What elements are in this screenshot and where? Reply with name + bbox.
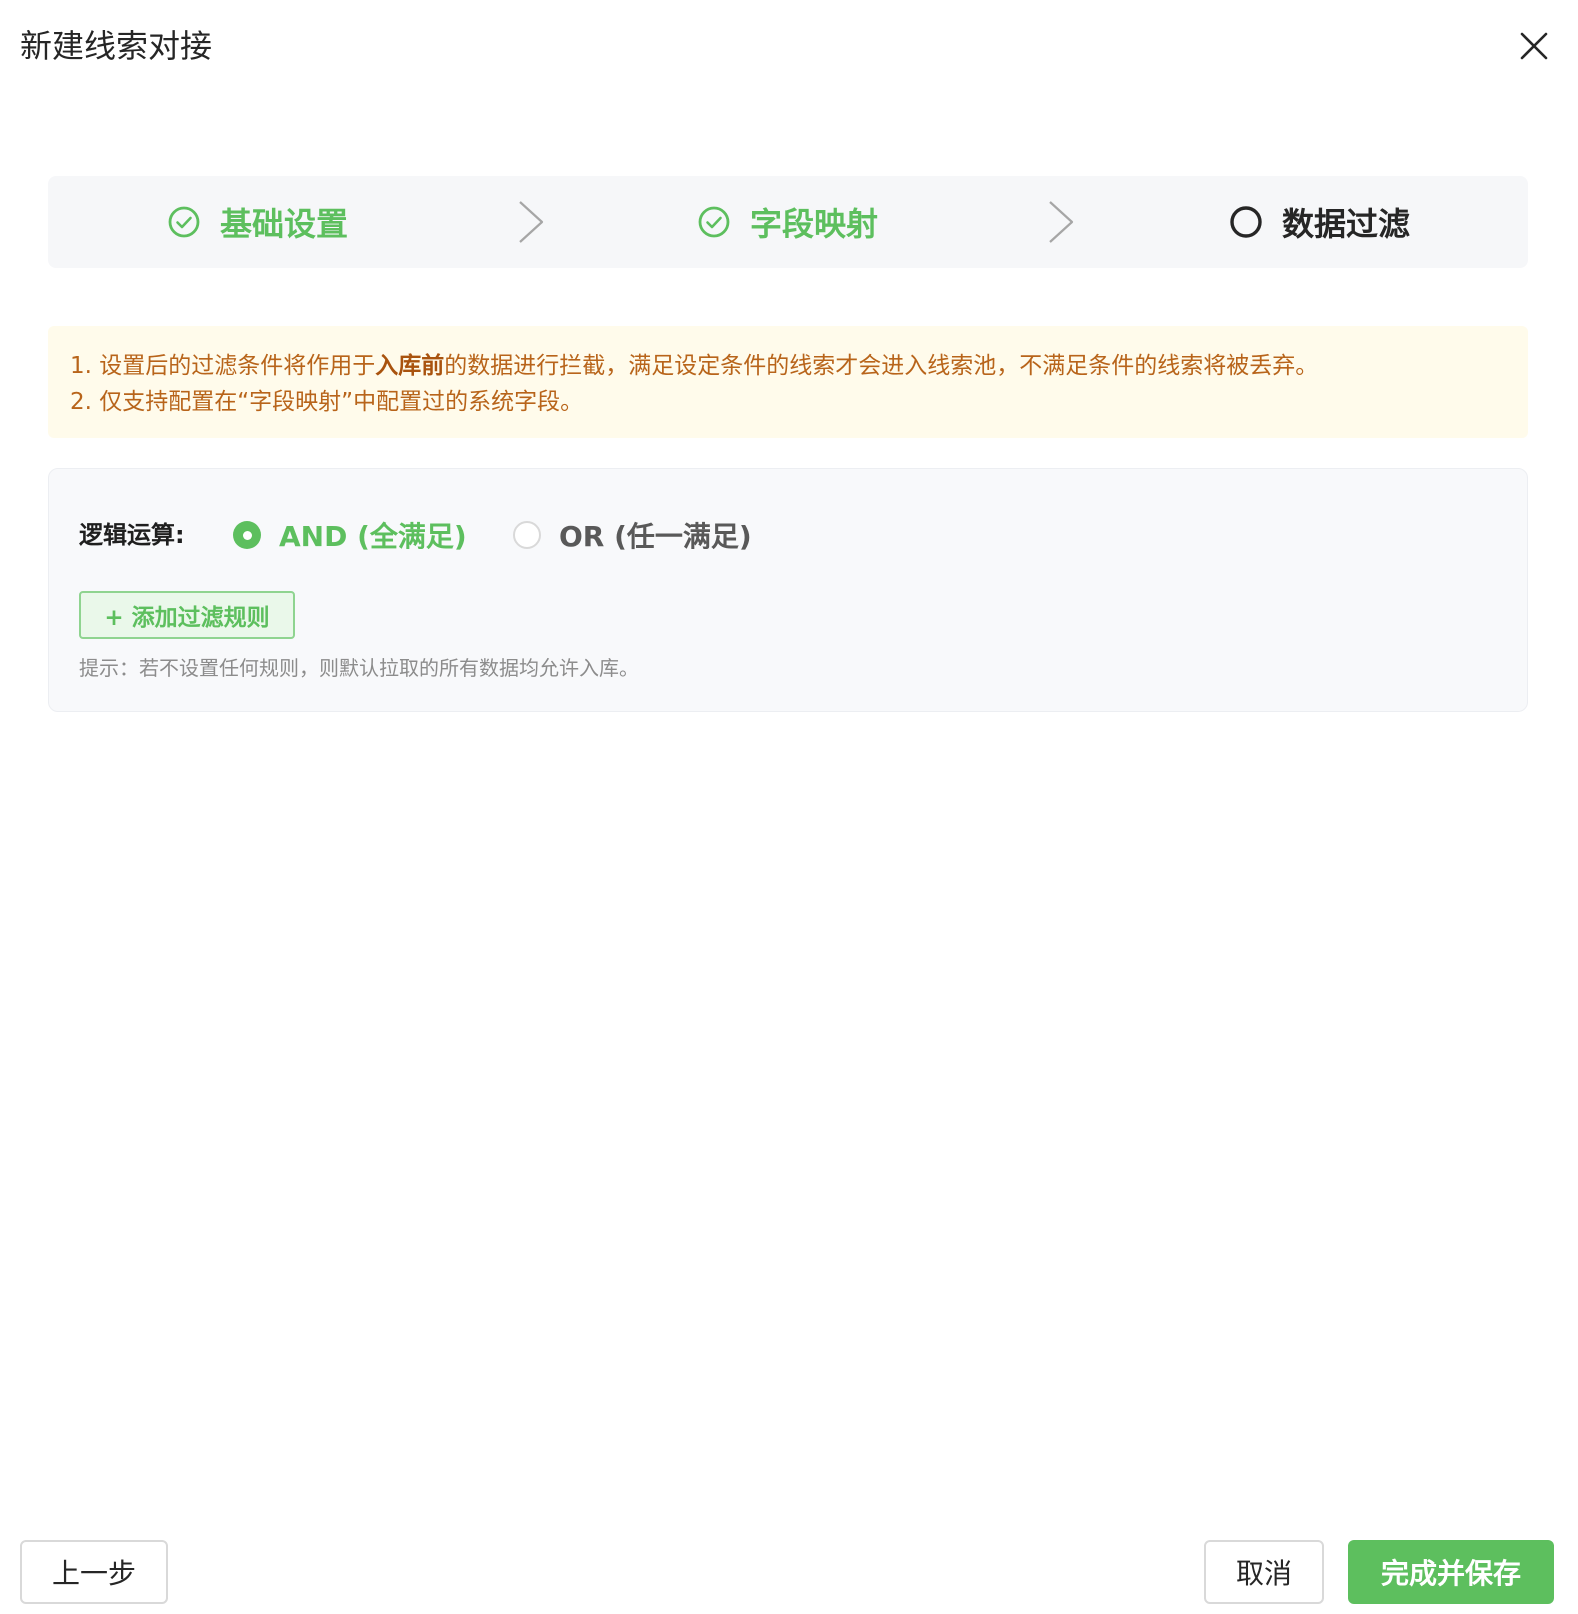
step-field-mapping[interactable]: 字段映射 [696,176,878,268]
filter-notice: 1. 设置后的过滤条件将作用于入库前的数据进行拦截，满足设定条件的线索才会进入线… [48,326,1528,438]
notice-line-1-prefix: 1. 设置后的过滤条件将作用于 [70,353,376,379]
circle-icon [1228,204,1264,240]
notice-line-1-suffix: 的数据进行拦截，满足设定条件的线索才会进入线索池，不满足条件的线索将被丢弃。 [444,353,1319,379]
finish-and-save-button[interactable]: 完成并保存 [1348,1540,1554,1604]
chevron-right-icon [1049,201,1074,243]
notice-emphasis: 入库前 [375,353,445,379]
filter-panel: 逻辑运算: AND (全满足) OR (任一满足) + 添加过滤规则 提示：若不… [48,468,1528,712]
radio-label: AND (全满足) [279,520,467,553]
radio-label: OR (任一满足) [559,520,752,553]
notice-line-1: 1. 设置后的过滤条件将作用于入库前的数据进行拦截，满足设定条件的线索才会进入线… [70,348,1506,384]
modal-title: 新建线索对接 [20,27,213,65]
close-icon [1520,32,1548,60]
notice-line-2: 2. 仅支持配置在“字段映射”中配置过的系统字段。 [70,389,584,415]
radio-checked-icon [233,521,261,549]
cancel-button[interactable]: 取消 [1204,1540,1324,1604]
hint-text: 提示：若不设置任何规则，则默认拉取的所有数据均允许入库。 [79,656,639,680]
previous-step-button[interactable]: 上一步 [20,1540,168,1604]
add-filter-rule-button[interactable]: + 添加过滤规则 [79,591,295,639]
steps-bar: 基础设置 字段映射 数据过滤 [48,176,1528,268]
step-label: 数据过滤 [1282,205,1411,243]
step-basic-settings[interactable]: 基础设置 [166,176,348,268]
step-label: 基础设置 [220,205,349,243]
step-label: 字段映射 [750,205,879,243]
radio-or[interactable]: OR (任一满足) [513,513,752,557]
radio-and[interactable]: AND (全满足) [233,513,467,557]
radio-unchecked-icon [513,521,541,549]
close-button[interactable] [1514,26,1554,66]
logic-label: 逻辑运算: [79,521,185,549]
check-circle-icon [696,204,732,240]
step-data-filter[interactable]: 数据过滤 [1228,176,1410,268]
check-circle-icon [166,204,202,240]
chevron-right-icon [519,201,544,243]
